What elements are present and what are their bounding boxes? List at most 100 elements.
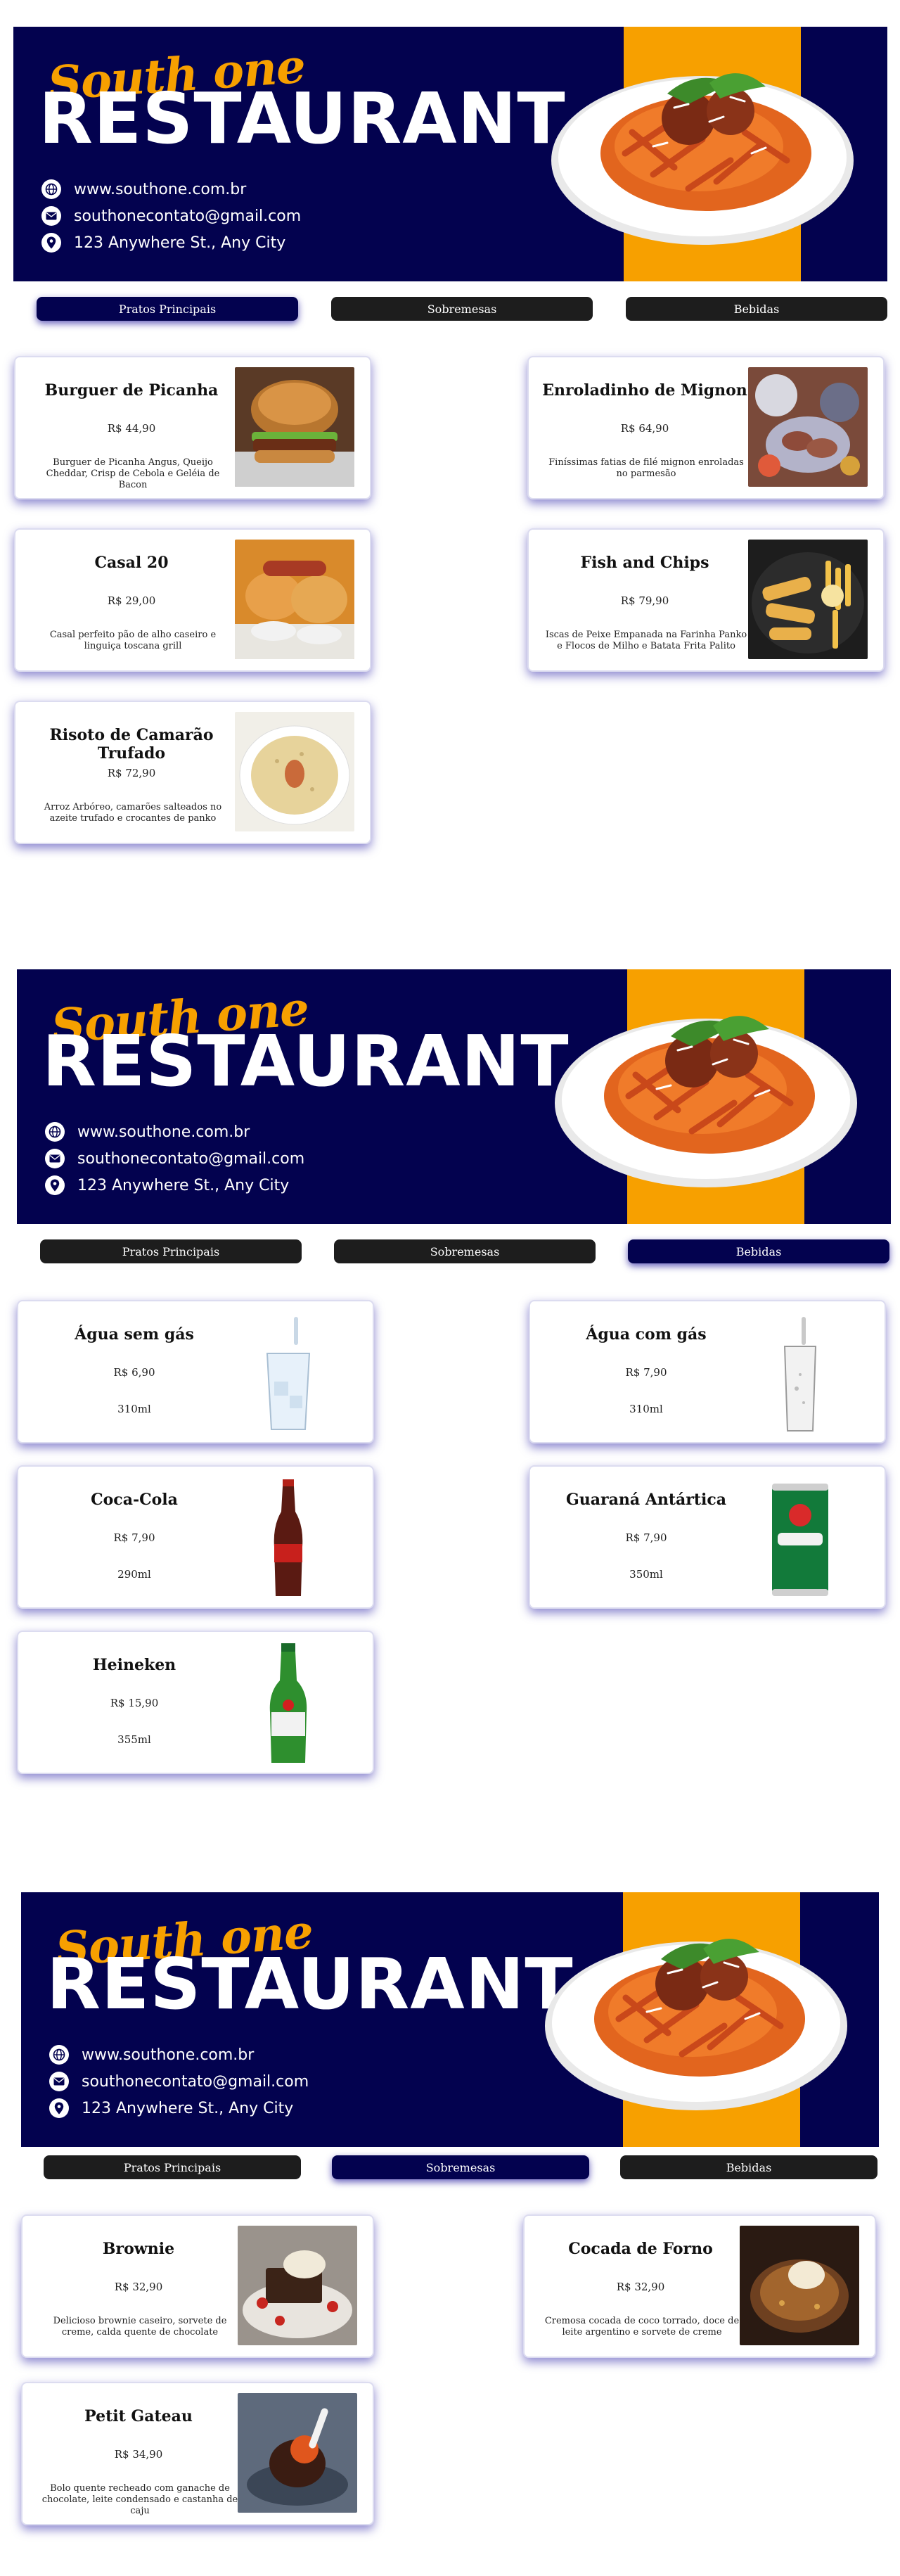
item-price: R$ 32,90 <box>616 2281 665 2293</box>
tab-pratos-principais[interactable]: Pratos Principais <box>37 297 298 321</box>
item-price: R$ 7,90 <box>625 1366 667 1379</box>
email-text: southonecontato@gmail.com <box>77 1149 305 1168</box>
item-name: Coca-Cola <box>91 1491 178 1509</box>
tab-pratos-principais[interactable]: Pratos Principais <box>40 1239 302 1263</box>
item-name: Petit Gateau <box>84 2407 193 2425</box>
menu-section-bebidas: South one RESTAURANT www.southone.com.br… <box>0 943 900 1808</box>
item-name: Fish and Chips <box>580 554 709 572</box>
item-volume: 350ml <box>629 1568 663 1581</box>
website-text: www.southone.com.br <box>74 180 247 198</box>
tab-bebidas[interactable]: Bebidas <box>620 2155 878 2179</box>
guarana-can-icon <box>772 1484 828 1596</box>
pasta-plate-image <box>551 73 854 245</box>
item-price: R$ 29,00 <box>107 594 156 607</box>
item-price: R$ 34,90 <box>114 2448 163 2461</box>
globe-icon <box>45 1122 65 1142</box>
pasta-plate-image <box>555 1016 857 1187</box>
item-price: R$ 6,90 <box>113 1366 155 1379</box>
item-name: Enroladinho de Mignon <box>542 381 747 400</box>
tab-sobremesas[interactable]: Sobremesas <box>332 2155 589 2179</box>
item-price: R$ 79,90 <box>620 594 669 607</box>
petit-gateau-photo <box>238 2393 357 2513</box>
menu-item-card[interactable]: Fish and Chips R$ 79,90 Iscas de Peixe E… <box>527 528 885 672</box>
item-name: Cocada de Forno <box>568 2240 713 2258</box>
brownie-photo <box>238 2226 357 2345</box>
sparkling-water-glass-icon <box>783 1317 817 1432</box>
item-name: Burguer de Picanha <box>44 381 219 400</box>
item-price: R$ 72,90 <box>107 767 156 779</box>
globe-icon <box>49 2045 69 2065</box>
item-name: Risoto de Camarão Trufado <box>49 726 214 763</box>
website-text: www.southone.com.br <box>82 2046 255 2064</box>
item-description: Burguer de Picanha Angus, Queijo Cheddar… <box>46 457 220 490</box>
item-description: Finíssimas fatias de filé mignon enrolad… <box>548 457 744 479</box>
menu-item-card[interactable]: Brownie R$ 32,90 Delicioso brownie casei… <box>21 2214 374 2358</box>
pasta-plate-image <box>545 1939 847 2110</box>
tab-bebidas[interactable]: Bebidas <box>626 297 887 321</box>
burger-photo <box>235 367 354 487</box>
garlic-bread-sausage-photo <box>235 540 354 659</box>
address-text: 123 Anywhere St., Any City <box>82 2099 294 2117</box>
category-tabs: Pratos Principais Sobremesas Bebidas <box>0 297 900 322</box>
mail-icon <box>41 206 61 226</box>
globe-icon <box>41 179 61 199</box>
item-volume: 310ml <box>629 1403 663 1415</box>
item-price: R$ 7,90 <box>625 1531 667 1544</box>
brand-title: RESTAURANT <box>42 1020 570 1102</box>
menu-item-card[interactable]: Burguer de Picanha R$ 44,90 Burguer de P… <box>14 356 371 499</box>
mail-icon <box>49 2072 69 2091</box>
restaurant-banner: South one RESTAURANT www.southone.com.br… <box>13 27 887 281</box>
item-price: R$ 15,90 <box>110 1697 159 1709</box>
menu-item-card[interactable]: Enroladinho de Mignon R$ 64,90 Finíssima… <box>527 356 885 499</box>
item-volume: 290ml <box>117 1568 151 1581</box>
item-description: Delicioso brownie caseiro, sorvete de cr… <box>53 2316 227 2338</box>
tab-pratos-principais[interactable]: Pratos Principais <box>44 2155 301 2179</box>
item-name: Guaraná Antártica <box>565 1491 727 1509</box>
contact-info: www.southone.com.br southonecontato@gmai… <box>41 176 301 256</box>
restaurant-banner: South one RESTAURANT www.southone.com.br… <box>21 1892 879 2147</box>
item-description: Casal perfeito pão de alho caseiro e lin… <box>49 630 217 651</box>
location-pin-icon <box>45 1175 65 1195</box>
water-glass-icon <box>266 1317 311 1430</box>
location-pin-icon <box>49 2098 69 2118</box>
item-name: Água sem gás <box>75 1325 194 1344</box>
menu-section-pratos: South one RESTAURANT www.southone.com.br… <box>0 0 900 865</box>
contact-info: www.southone.com.br southonecontato@gmai… <box>45 1118 304 1199</box>
coca-cola-bottle-icon <box>274 1479 303 1596</box>
menu-item-card[interactable]: Coca-Cola R$ 7,90 290ml <box>17 1465 374 1609</box>
brand-title: RESTAURANT <box>39 77 566 160</box>
item-description: Cremosa cocada de coco torrado, doce de … <box>544 2316 740 2338</box>
menu-item-card[interactable]: Risoto de Camarão Trufado R$ 72,90 Arroz… <box>14 701 371 844</box>
address-text: 123 Anywhere St., Any City <box>77 1176 290 1194</box>
item-price: R$ 64,90 <box>620 422 669 435</box>
menu-item-card[interactable]: Casal 20 R$ 29,00 Casal perfeito pão de … <box>14 528 371 672</box>
item-description: Bolo quente recheado com ganache de choc… <box>41 2483 238 2516</box>
location-pin-icon <box>41 233 61 253</box>
mail-icon <box>45 1149 65 1168</box>
tab-bebidas[interactable]: Bebidas <box>628 1239 889 1263</box>
address-text: 123 Anywhere St., Any City <box>74 234 286 252</box>
tab-sobremesas[interactable]: Sobremesas <box>331 297 593 321</box>
email-text: southonecontato@gmail.com <box>82 2072 309 2091</box>
fish-and-chips-photo <box>748 540 868 659</box>
item-volume: 355ml <box>117 1733 151 1746</box>
menu-item-card[interactable]: Heineken R$ 15,90 355ml <box>17 1631 374 1774</box>
website-text: www.southone.com.br <box>77 1123 250 1141</box>
brand-title: RESTAURANT <box>46 1943 574 2025</box>
restaurant-banner: South one RESTAURANT www.southone.com.br… <box>17 969 891 1224</box>
contact-info: www.southone.com.br southonecontato@gmai… <box>49 2041 309 2122</box>
item-description: Arroz Arbóreo, camarões salteados no aze… <box>44 802 222 824</box>
menu-item-card[interactable]: Água com gás R$ 7,90 310ml <box>529 1300 886 1443</box>
heineken-bottle-icon <box>269 1643 307 1763</box>
item-price: R$ 44,90 <box>107 422 156 435</box>
menu-item-card[interactable]: Água sem gás R$ 6,90 310ml <box>17 1300 374 1443</box>
item-name: Brownie <box>102 2240 175 2258</box>
item-volume: 310ml <box>117 1403 151 1415</box>
mignon-rolls-photo <box>748 367 868 487</box>
menu-item-card[interactable]: Petit Gateau R$ 34,90 Bolo quente rechea… <box>21 2382 374 2525</box>
menu-item-card[interactable]: Cocada de Forno R$ 32,90 Cremosa cocada … <box>523 2214 876 2358</box>
menu-section-sobremesas: South one RESTAURANT www.southone.com.br… <box>0 1866 900 2576</box>
item-price: R$ 32,90 <box>114 2281 163 2293</box>
tab-sobremesas[interactable]: Sobremesas <box>334 1239 596 1263</box>
menu-item-card[interactable]: Guaraná Antártica R$ 7,90 350ml <box>529 1465 886 1609</box>
